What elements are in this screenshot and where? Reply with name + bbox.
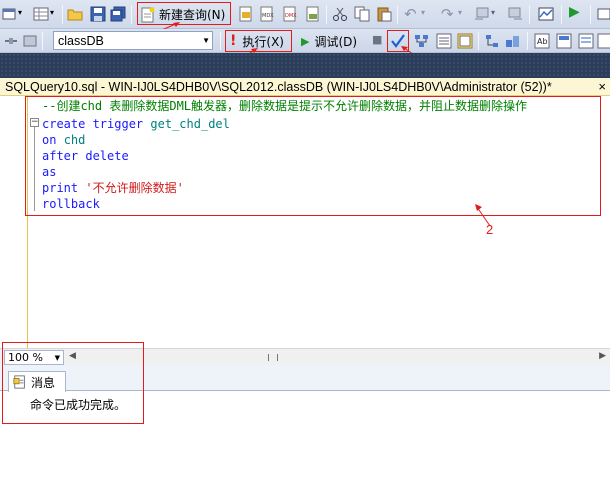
document-well-background <box>0 53 610 78</box>
database-select[interactable]: classDB ▼ <box>53 31 213 50</box>
redo-dropdown-icon[interactable]: ▾ <box>458 8 462 17</box>
separator <box>220 32 221 50</box>
separator <box>397 5 398 24</box>
results-to-file-icon[interactable] <box>556 33 572 49</box>
sql-editor-toolbar: classDB ▼ ! 执行(X) ▶ 调试(D) ■ Ab <box>0 29 610 53</box>
connect-icon[interactable] <box>3 33 19 49</box>
debug-icon: ▶ <box>301 34 310 48</box>
client-statistics-icon[interactable] <box>505 33 521 49</box>
separator <box>527 32 528 50</box>
query-editor[interactable]: − --创建chd 表删除数据DML触发器，删除数据是提示不允许删除数据，并阻止… <box>0 96 610 348</box>
separator <box>529 5 530 24</box>
separator <box>561 5 562 24</box>
horizontal-scrollbar-thumb[interactable] <box>268 354 278 361</box>
separator <box>590 5 591 24</box>
chevron-down-icon[interactable]: ▼ <box>202 36 210 45</box>
separator <box>42 32 43 50</box>
query-designer-icon[interactable] <box>436 33 452 49</box>
scroll-right-icon[interactable]: ▶ <box>599 351 606 361</box>
annotation-box-code <box>25 96 601 216</box>
save-icon[interactable] <box>90 6 106 22</box>
copy-icon[interactable] <box>354 6 370 22</box>
database-engine-query-icon[interactable] <box>238 6 254 22</box>
save-all-icon[interactable] <box>110 6 126 22</box>
close-icon[interactable]: × <box>598 79 606 94</box>
annotation-number-2: 2 <box>486 222 494 237</box>
annotation-box-results <box>2 342 144 424</box>
database-select-value: classDB <box>58 33 104 48</box>
open-folder-icon[interactable] <box>67 6 83 22</box>
dock-dropdown-icon[interactable]: ▾ <box>18 8 22 17</box>
cut-icon[interactable] <box>332 6 348 22</box>
change-connection-icon[interactable] <box>22 33 38 49</box>
undo-icon[interactable]: ↶ <box>404 5 417 23</box>
activity-monitor-icon[interactable] <box>538 6 554 22</box>
undo-dropdown-icon[interactable]: ▾ <box>421 8 425 17</box>
navigate-forward-icon[interactable] <box>507 6 523 22</box>
svg-text:Ab: Ab <box>537 37 548 46</box>
annotation-arrow-2 <box>475 204 491 227</box>
document-tab-title: SQLQuery10.sql - WIN-IJ0LS4DHB0V\SQL2012… <box>5 80 552 94</box>
uncomment-icon[interactable] <box>597 33 610 49</box>
cancel-query-icon[interactable]: ■ <box>372 33 382 46</box>
overflow-icon[interactable] <box>597 6 610 22</box>
navigate-backward-icon[interactable] <box>474 6 490 22</box>
dmx-query-icon[interactable]: DMX <box>282 6 298 22</box>
xmla-query-icon[interactable] <box>305 6 321 22</box>
separator <box>478 32 479 50</box>
results-to-grid-icon[interactable] <box>457 33 473 49</box>
navigate-dropdown-icon[interactable]: ▾ <box>491 8 495 17</box>
document-tab[interactable]: SQLQuery10.sql - WIN-IJ0LS4DHB0V\SQL2012… <box>0 78 610 96</box>
start-debugging-icon[interactable]: ▶ <box>569 4 580 20</box>
standard-toolbar: ▾ ▾ 新建查询(N) MDX DMX ↶ ▾ ↷ ▾ ▾ ▶ <box>0 0 610 29</box>
grid-dropdown-icon[interactable]: ▾ <box>50 8 54 17</box>
grid-icon[interactable] <box>33 6 49 22</box>
paste-icon[interactable] <box>376 6 392 22</box>
separator <box>62 5 63 24</box>
separator <box>131 5 132 24</box>
annotation-box-new-query <box>137 2 231 25</box>
mdx-query-icon[interactable]: MDX <box>259 6 275 22</box>
svg-text:DMX: DMX <box>285 13 297 19</box>
results-to-text-icon[interactable]: Ab <box>534 33 550 49</box>
debug-label: 调试(D) <box>314 34 358 49</box>
separator <box>326 5 327 24</box>
debug-button[interactable]: ▶ 调试(D) <box>301 32 357 50</box>
comment-out-icon[interactable] <box>578 33 594 49</box>
redo-icon[interactable]: ↷ <box>441 5 454 23</box>
results-pane: 消息 命令已成功完成。 <box>0 342 610 489</box>
svg-text:MDX: MDX <box>262 13 274 19</box>
include-plan-icon[interactable] <box>484 33 500 49</box>
dock-icon[interactable] <box>2 6 18 22</box>
